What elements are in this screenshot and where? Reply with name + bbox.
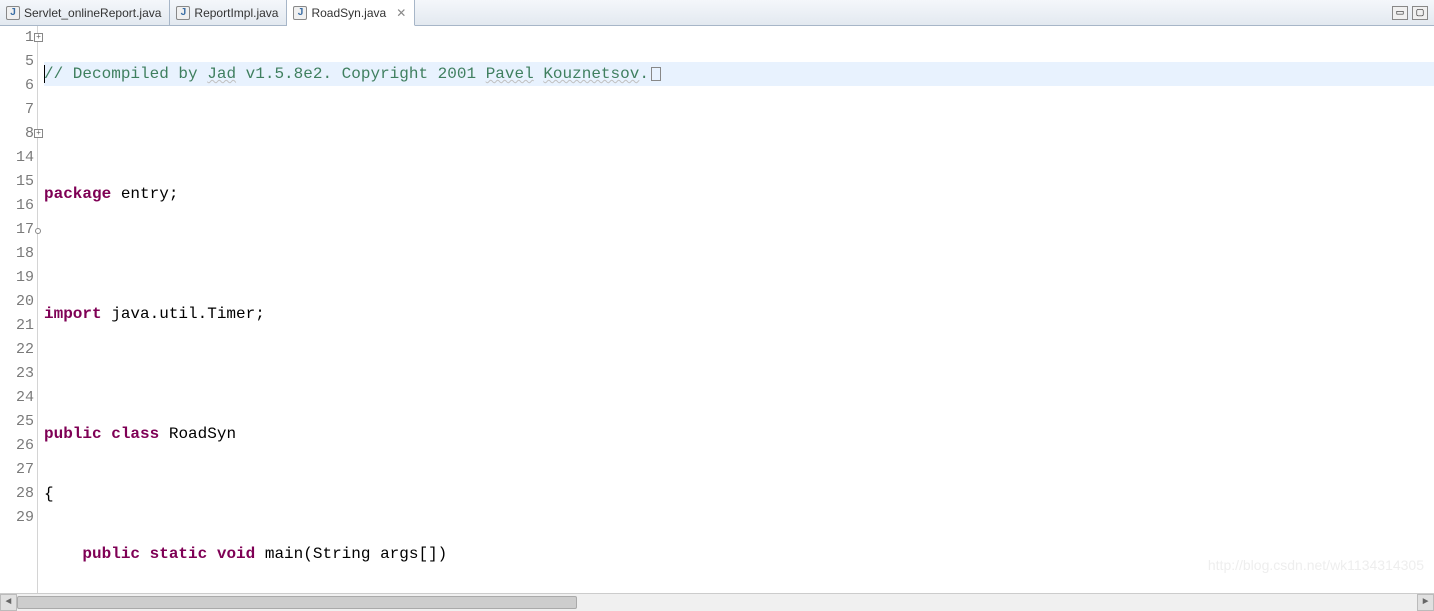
tab-label: Servlet_onlineReport.java xyxy=(24,6,161,20)
code-line[interactable]: public static void main(String args[]) xyxy=(44,542,1434,566)
code-line[interactable]: { xyxy=(44,482,1434,506)
window-controls: ▭ ▢ xyxy=(1392,0,1434,25)
tab-servlet-onlinereport[interactable]: J Servlet_onlineReport.java xyxy=(0,0,170,25)
line-number[interactable]: 23 xyxy=(0,362,34,386)
close-icon[interactable]: ✕ xyxy=(396,6,406,20)
code-line[interactable]: import java.util.Timer; xyxy=(44,302,1434,326)
scroll-left-button[interactable]: ◄ xyxy=(0,594,17,611)
line-number[interactable]: 7 xyxy=(0,98,34,122)
code-line[interactable]: // Decompiled by Jad v1.5.8e2. Copyright… xyxy=(44,62,1434,86)
line-gutter: 1+ 5 6 7 8+ 14 15 16 17 18 19 20 21 22 2… xyxy=(0,26,38,593)
scroll-track[interactable] xyxy=(17,594,1417,611)
horizontal-scrollbar: ◄ ► xyxy=(0,593,1434,610)
tab-label: RoadSyn.java xyxy=(311,6,386,20)
code-line[interactable]: package entry; xyxy=(44,182,1434,206)
line-end-marker xyxy=(651,67,661,81)
code-line[interactable] xyxy=(44,122,1434,146)
line-number[interactable]: 29 xyxy=(0,506,34,530)
java-file-icon: J xyxy=(6,6,20,20)
line-number[interactable]: 1+ xyxy=(0,26,34,50)
java-file-icon: J xyxy=(176,6,190,20)
tab-bar: J Servlet_onlineReport.java J ReportImpl… xyxy=(0,0,1434,26)
line-number[interactable]: 28 xyxy=(0,482,34,506)
fold-expand-icon[interactable]: + xyxy=(34,33,43,42)
editor: 1+ 5 6 7 8+ 14 15 16 17 18 19 20 21 22 2… xyxy=(0,26,1434,593)
override-marker-icon[interactable] xyxy=(35,228,41,234)
line-number[interactable]: 8+ xyxy=(0,122,34,146)
line-number[interactable]: 15 xyxy=(0,170,34,194)
scroll-thumb[interactable] xyxy=(17,596,577,609)
line-number[interactable]: 6 xyxy=(0,74,34,98)
code-area[interactable]: // Decompiled by Jad v1.5.8e2. Copyright… xyxy=(38,26,1434,593)
tab-reportimpl[interactable]: J ReportImpl.java xyxy=(170,0,287,25)
line-number[interactable]: 22 xyxy=(0,338,34,362)
line-number[interactable]: 17 xyxy=(0,218,34,242)
line-number[interactable]: 16 xyxy=(0,194,34,218)
line-number[interactable]: 24 xyxy=(0,386,34,410)
code-line[interactable]: public class RoadSyn xyxy=(44,422,1434,446)
tab-roadsyn[interactable]: J RoadSyn.java ✕ xyxy=(287,0,415,26)
line-number[interactable]: 21 xyxy=(0,314,34,338)
line-number[interactable]: 25 xyxy=(0,410,34,434)
maximize-button[interactable]: ▢ xyxy=(1412,6,1428,20)
fold-expand-icon[interactable]: + xyxy=(34,129,43,138)
java-file-icon: J xyxy=(293,6,307,20)
line-number[interactable]: 18 xyxy=(0,242,34,266)
code-line[interactable] xyxy=(44,362,1434,386)
line-number[interactable]: 20 xyxy=(0,290,34,314)
line-number[interactable]: 19 xyxy=(0,266,34,290)
tab-label: ReportImpl.java xyxy=(194,6,278,20)
line-number[interactable]: 14 xyxy=(0,146,34,170)
scroll-right-button[interactable]: ► xyxy=(1417,594,1434,611)
line-number[interactable]: 27 xyxy=(0,458,34,482)
line-number[interactable]: 26 xyxy=(0,434,34,458)
code-line[interactable] xyxy=(44,242,1434,266)
line-number[interactable]: 5 xyxy=(0,50,34,74)
minimize-button[interactable]: ▭ xyxy=(1392,6,1408,20)
